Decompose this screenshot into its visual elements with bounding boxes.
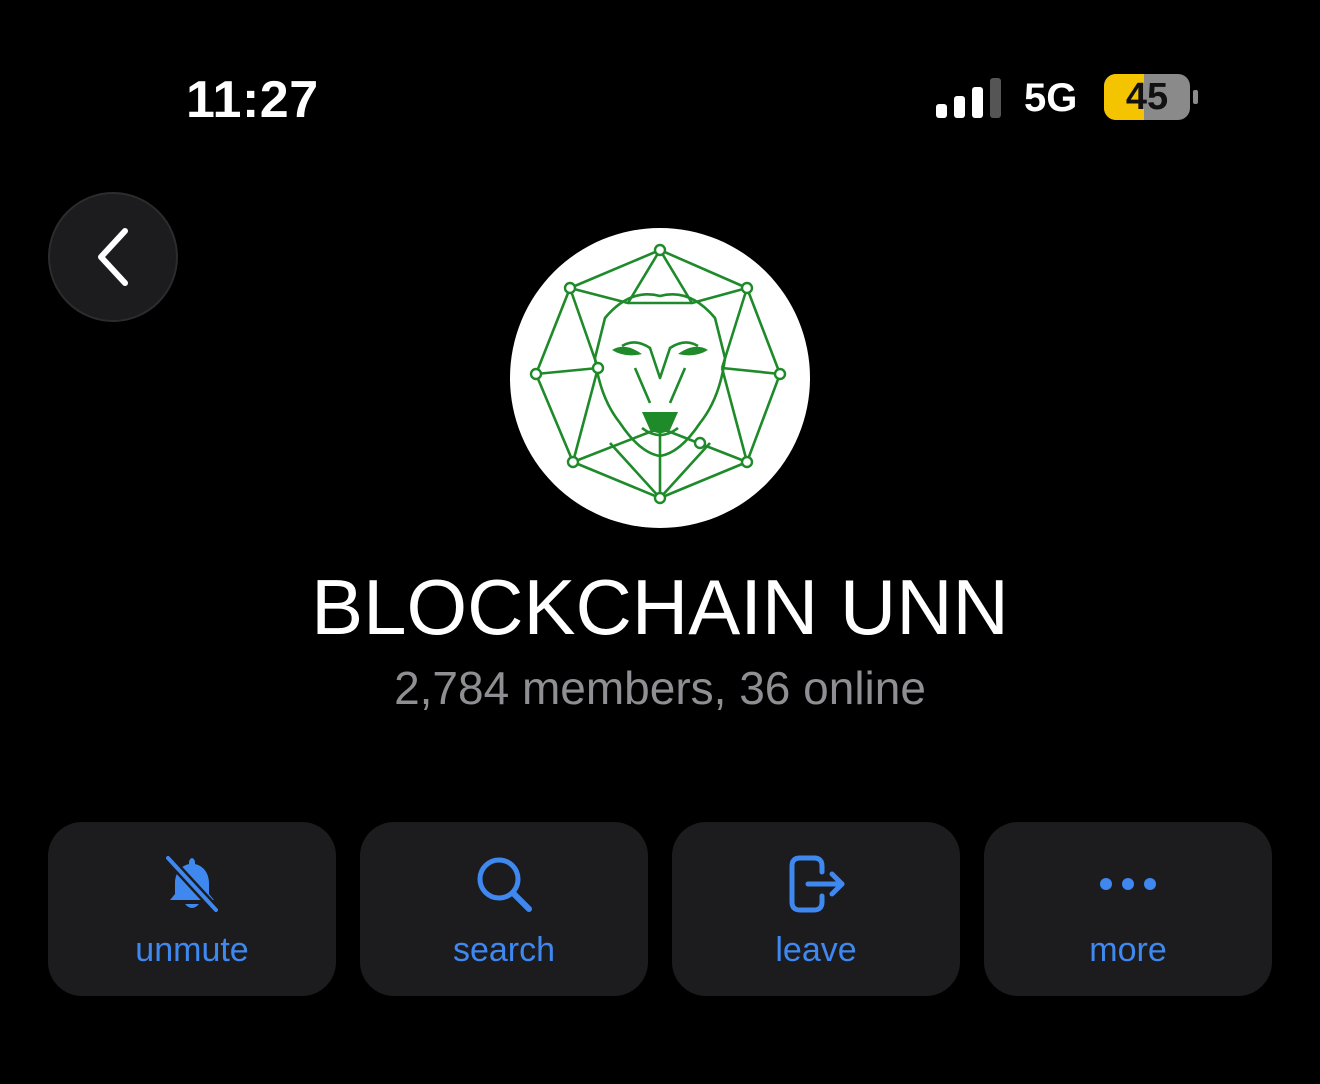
search-label: search	[452, 931, 556, 969]
signal-icon	[936, 78, 1001, 118]
group-member-count: 2,784 members, 36 online	[394, 662, 926, 714]
search-button[interactable]: search	[360, 822, 648, 996]
search-icon	[477, 857, 532, 912]
lion-logo-icon	[529, 243, 787, 505]
more-dots-icon	[1100, 878, 1156, 890]
unmute-button[interactable]: unmute	[48, 822, 336, 996]
unmute-label: unmute	[135, 931, 249, 969]
chevron-left-icon	[98, 228, 128, 286]
leave-icon	[789, 855, 845, 913]
more-label: more	[1089, 931, 1167, 969]
action-bar: unmute search leave more	[48, 822, 1272, 996]
leave-button[interactable]: leave	[672, 822, 960, 996]
leave-label: leave	[775, 931, 857, 969]
network-type: 5G	[1024, 76, 1078, 120]
more-button[interactable]: more	[984, 822, 1272, 996]
back-button[interactable]	[48, 192, 178, 322]
bell-slash-icon	[163, 853, 221, 915]
group-avatar[interactable]	[510, 228, 810, 528]
battery-level: 45	[1125, 76, 1169, 118]
group-name: BLOCKCHAIN UNN	[311, 563, 1009, 651]
group-info-screen: 11:27 5G 45 BLOCKCHAIN UNN 2,784 members…	[0, 0, 1320, 1084]
status-time: 11:27	[186, 71, 319, 129]
